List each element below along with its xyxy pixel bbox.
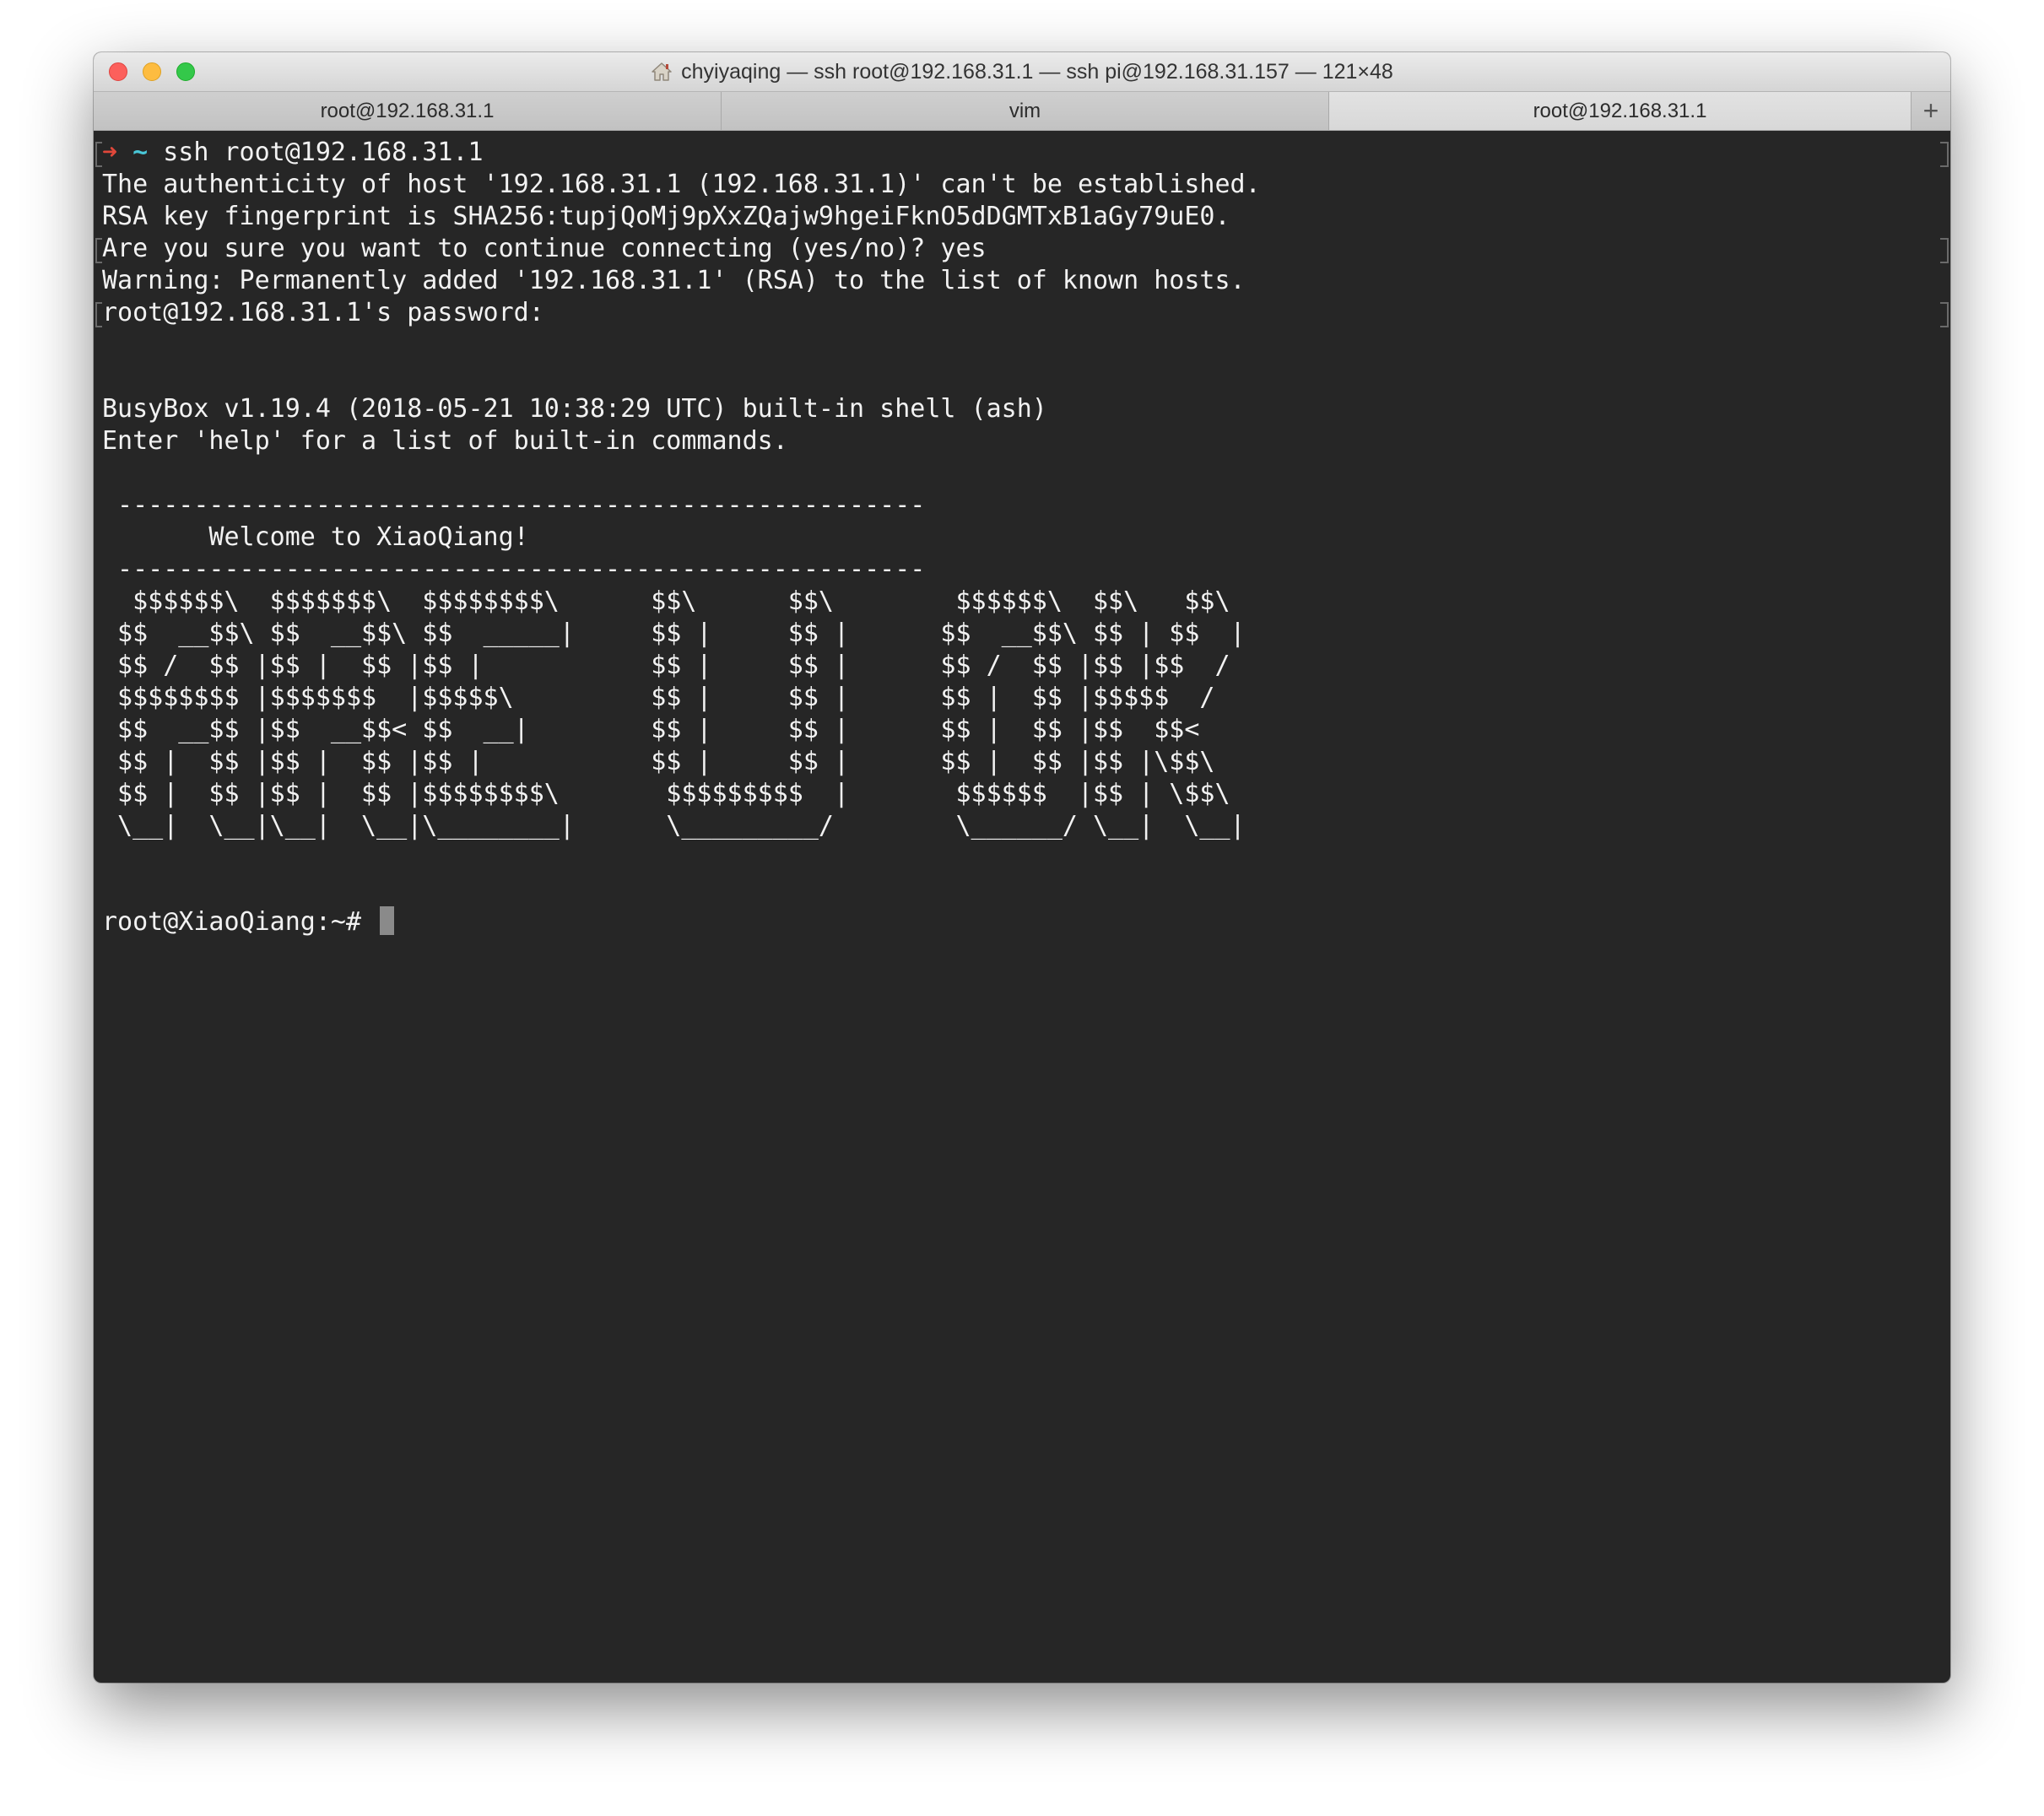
banner-divider: ----------------------------------------… xyxy=(102,554,926,584)
terminal-line-command: ➜ ~ ssh root@192.168.31.1 xyxy=(102,137,1933,169)
tab-bar: root@192.168.31.1 vim root@192.168.31.1 … xyxy=(94,92,1950,131)
tab-root-ssh-2[interactable]: root@192.168.31.1 xyxy=(1329,92,1912,130)
ascii-art-line: $$ __$$ |$$ __$$< $$ __| $$ | $$ | $$ | … xyxy=(102,715,1200,744)
line-mark-right xyxy=(1940,142,1949,167)
ssh-command: ssh root@192.168.31.1 xyxy=(148,138,484,167)
line-mark-right xyxy=(1940,238,1949,263)
plus-icon[interactable]: + xyxy=(1912,92,1950,130)
prompt-directory: ~ xyxy=(132,138,149,167)
banner-divider: ----------------------------------------… xyxy=(102,490,926,520)
ascii-art-line: \__| \__|\__| \__|\________| \_________/… xyxy=(102,811,1246,840)
terminal-line: Enter 'help' for a list of built-in comm… xyxy=(102,426,788,456)
terminal-line: Warning: Permanently added '192.168.31.1… xyxy=(102,266,1246,295)
line-mark-right xyxy=(1940,302,1949,327)
terminal-line: Are you sure you want to continue connec… xyxy=(102,234,987,263)
line-mark-left xyxy=(95,142,102,167)
terminal-line: RSA key fingerprint is SHA256:tupjQoMj9p… xyxy=(102,202,1230,231)
ascii-art-line: $$ | $$ |$$ | $$ |$$$$$$$$\ $$$$$$$$$ | … xyxy=(102,779,1230,808)
ascii-art-line: $$ __$$\ $$ __$$\ $$ _____| $$ | $$ | $$… xyxy=(102,619,1246,648)
shell-prompt: root@XiaoQiang:~# xyxy=(102,907,377,937)
home-icon xyxy=(651,62,673,82)
window-title-container: chyiyaqing — ssh root@192.168.31.1 — ssh… xyxy=(94,52,1950,91)
ascii-art-line: $$$$$$\ $$$$$$$\ $$$$$$$$\ $$\ $$\ $$$$$… xyxy=(102,586,1230,616)
ascii-art-line: $$ | $$ |$$ | $$ |$$ | $$ | $$ | $$ | $$… xyxy=(102,747,1215,776)
tab-vim[interactable]: vim xyxy=(722,92,1329,130)
terminal-cursor xyxy=(380,906,395,935)
terminal-output[interactable]: ➜ ~ ssh root@192.168.31.1 The authentici… xyxy=(102,137,1933,1673)
line-mark-left xyxy=(95,302,102,327)
ascii-art-line: $$ / $$ |$$ | $$ |$$ | $$ | $$ | $$ / $$… xyxy=(102,651,1230,680)
ascii-art-line: $$$$$$$$ |$$$$$$$ |$$$$$\ $$ | $$ | $$ |… xyxy=(102,683,1215,712)
window-title: chyiyaqing — ssh root@192.168.31.1 — ssh… xyxy=(681,59,1393,84)
title-bar[interactable]: chyiyaqing — ssh root@192.168.31.1 — ssh… xyxy=(94,52,1950,92)
banner-welcome: Welcome to XiaoQiang! xyxy=(102,522,529,552)
terminal-window: chyiyaqing — ssh root@192.168.31.1 — ssh… xyxy=(94,52,1950,1683)
terminal-line: root@192.168.31.1's password: xyxy=(102,298,544,327)
prompt-arrow-icon: ➜ xyxy=(102,138,118,167)
shell-prompt-line[interactable]: root@XiaoQiang:~# xyxy=(102,906,1933,938)
tab-root-ssh-1[interactable]: root@192.168.31.1 xyxy=(94,92,722,130)
line-mark-left xyxy=(95,238,102,263)
terminal-line: BusyBox v1.19.4 (2018-05-21 10:38:29 UTC… xyxy=(102,394,1047,424)
terminal-line: The authenticity of host '192.168.31.1 (… xyxy=(102,170,1261,199)
